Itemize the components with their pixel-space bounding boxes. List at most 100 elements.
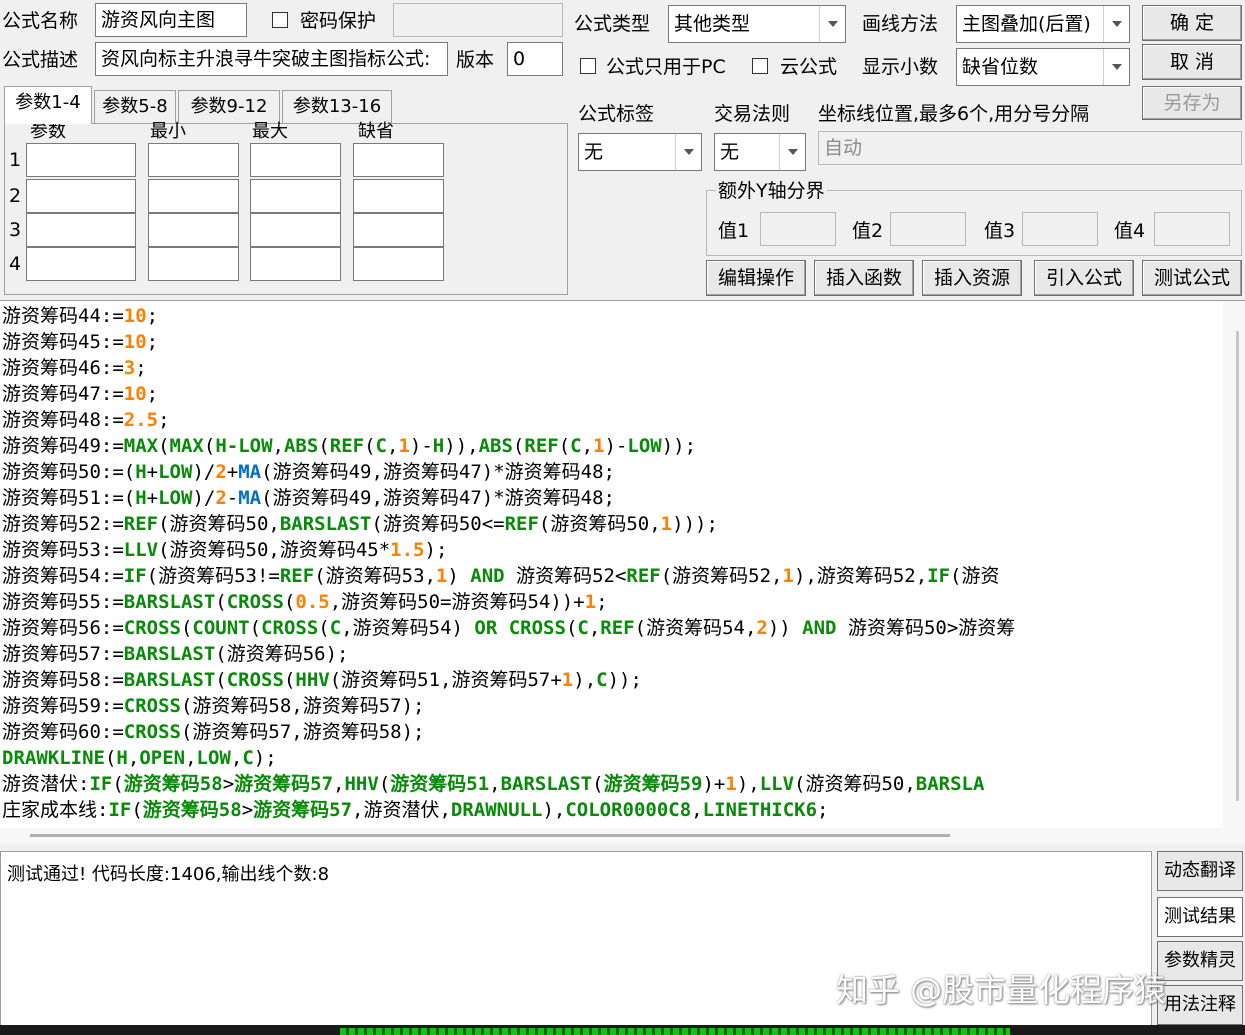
param-1-name-input[interactable] bbox=[26, 143, 136, 177]
insert-resource-button[interactable]: 插入资源 bbox=[922, 260, 1022, 296]
watermark-text: 知乎 @股市量化程序猿 bbox=[836, 971, 1167, 1009]
code-line[interactable]: 游资筹码49:=MAX(MAX(H-LOW,ABS(REF(C,1)-H)),A… bbox=[2, 433, 1015, 459]
vertical-scrollbar[interactable] bbox=[1223, 301, 1245, 829]
code-token: + bbox=[146, 487, 159, 509]
decimals-select[interactable]: 缺省位数 bbox=[956, 48, 1130, 86]
code-token: )); bbox=[607, 669, 642, 691]
param-4-max-input[interactable] bbox=[250, 247, 341, 281]
code-line[interactable]: 游资筹码45:=10; bbox=[2, 329, 1015, 355]
param-wizard-button[interactable]: 参数精灵 bbox=[1157, 941, 1243, 981]
value1-input[interactable] bbox=[760, 212, 836, 246]
chevron-down-icon bbox=[779, 134, 805, 170]
param-2-name-input[interactable] bbox=[26, 179, 136, 213]
param-1-min-input[interactable] bbox=[148, 143, 239, 177]
code-line[interactable]: 游资筹码54:=IF(游资筹码53!=REF(游资筹码53,1) AND 游资筹… bbox=[2, 563, 1015, 589]
param-4-name-input[interactable] bbox=[26, 247, 136, 281]
param-3-default-input[interactable] bbox=[353, 213, 444, 247]
value2-input[interactable] bbox=[890, 212, 966, 246]
password-checkbox[interactable] bbox=[272, 12, 288, 28]
code-line[interactable]: 游资筹码56:=CROSS(COUNT(CROSS(C,游资筹码54) OR C… bbox=[2, 615, 1015, 641]
test-formula-button[interactable]: 测试公式 bbox=[1142, 260, 1242, 296]
usage-notes-button[interactable]: 用法注释 bbox=[1157, 985, 1243, 1025]
test-result-button[interactable]: 测试结果 bbox=[1157, 897, 1243, 937]
code-token: LOW bbox=[158, 487, 193, 509]
code-token: ), bbox=[736, 773, 760, 795]
code-line[interactable]: DRAWKLINE(H,OPEN,LOW,C); bbox=[2, 745, 1015, 771]
param-3-min-input[interactable] bbox=[148, 213, 239, 247]
param-row-number: 3 bbox=[9, 219, 22, 241]
code-token: 游资筹码46:= bbox=[2, 357, 124, 379]
code-line[interactable]: 游资筹码58:=BARSLAST(CROSS(HHV(游资筹码51,游资筹码57… bbox=[2, 667, 1015, 693]
param-2-default-input[interactable] bbox=[353, 179, 444, 213]
params-header-max: 最大 bbox=[252, 121, 288, 142]
code-line[interactable]: 游资潜伏:IF(游资筹码58>游资筹码57,HHV(游资筹码51,BARSLAS… bbox=[2, 771, 1015, 797]
code-line[interactable]: 游资筹码50:=(H+LOW)/2+MA(游资筹码49,游资筹码47)*游资筹码… bbox=[2, 459, 1015, 485]
vertical-scroll-thumb[interactable] bbox=[1236, 331, 1239, 801]
tab-params-5-8[interactable]: 参数5-8 bbox=[94, 90, 176, 124]
param-3-max-input[interactable] bbox=[250, 213, 341, 247]
pc-only-checkbox[interactable] bbox=[580, 58, 596, 74]
code-line[interactable]: 游资筹码51:=(H+LOW)/2-MA(游资筹码49,游资筹码47)*游资筹码… bbox=[2, 485, 1015, 511]
param-1-max-input[interactable] bbox=[250, 143, 341, 177]
code-line[interactable]: 游资筹码46:=3; bbox=[2, 355, 1015, 381]
code-line[interactable]: 游资筹码52:=REF(游资筹码50,BARSLAST(游资筹码50<=REF(… bbox=[2, 511, 1015, 537]
formula-desc-input[interactable]: 资风向标主升浪寻牛突破主图指标公式: bbox=[95, 42, 448, 76]
code-line[interactable]: 游资筹码47:=10; bbox=[2, 381, 1015, 407]
param-1-default-input[interactable] bbox=[353, 143, 444, 177]
code-token: (游资筹码54, bbox=[634, 617, 757, 639]
code-token: 1 bbox=[593, 435, 605, 457]
code-token: )) bbox=[444, 435, 468, 457]
cloud-checkbox[interactable] bbox=[752, 58, 768, 74]
password-input[interactable] bbox=[393, 3, 563, 37]
code-line[interactable]: 庄家成本线:IF(游资筹码58>游资筹码57,游资潜伏,DRAWNULL),CO… bbox=[2, 797, 1015, 823]
edit-operations-button[interactable]: 编辑操作 bbox=[706, 260, 806, 296]
cancel-button[interactable]: 取 消 bbox=[1142, 44, 1242, 80]
tab-params-13-16[interactable]: 参数13-16 bbox=[282, 90, 392, 124]
code-line[interactable]: 游资筹码60:=CROSS(游资筹码57,游资筹码58); bbox=[2, 719, 1015, 745]
code-editor[interactable]: 游资筹码44:=10; 游资筹码45:=10; 游资筹码46:=3; 游资筹码47:=… bbox=[0, 300, 1245, 844]
params-header-default: 缺省 bbox=[358, 121, 394, 142]
code-line[interactable]: 游资筹码55:=BARSLAST(CROSS(0.5,游资筹码50=游资筹码54… bbox=[2, 589, 1015, 615]
code-line[interactable]: 游资筹码59:=CROSS(游资筹码58,游资筹码57); bbox=[2, 693, 1015, 719]
code-token: ( bbox=[512, 435, 525, 457]
formula-tag-select[interactable]: 无 bbox=[578, 133, 702, 171]
horizontal-scroll-thumb[interactable] bbox=[30, 834, 950, 837]
code-line[interactable]: 游资筹码48:=2.5; bbox=[2, 407, 1015, 433]
code-token: OPEN bbox=[139, 747, 186, 769]
tab-params-9-12[interactable]: 参数9-12 bbox=[178, 90, 280, 124]
insert-function-button[interactable]: 插入函数 bbox=[814, 260, 914, 296]
pc-only-label: 公式只用于PC bbox=[606, 56, 726, 78]
import-formula-button[interactable]: 引入公式 bbox=[1034, 260, 1134, 296]
param-2-min-input[interactable] bbox=[148, 179, 239, 213]
formula-type-select[interactable]: 其他类型 bbox=[668, 5, 846, 43]
axis-position-input[interactable]: 自动 bbox=[818, 131, 1242, 165]
param-4-min-input[interactable] bbox=[148, 247, 239, 281]
code-token: ( bbox=[215, 591, 227, 613]
code-token: - bbox=[226, 487, 239, 509]
value3-input[interactable] bbox=[1022, 212, 1098, 246]
dynamic-translate-button[interactable]: 动态翻译 bbox=[1157, 851, 1243, 891]
code-content[interactable]: 游资筹码44:=10; 游资筹码45:=10; 游资筹码46:=3; 游资筹码47:=… bbox=[2, 303, 1015, 823]
code-token: , bbox=[127, 747, 140, 769]
code-line[interactable]: 游资筹码57:=BARSLAST(游资筹码56); bbox=[2, 641, 1015, 667]
code-token: ( bbox=[558, 435, 571, 457]
save-as-button[interactable]: 另存为 bbox=[1142, 86, 1242, 120]
code-token: IF bbox=[927, 565, 951, 587]
tab-params-1-4[interactable]: 参数1-4 bbox=[4, 86, 92, 124]
param-2-max-input[interactable] bbox=[250, 179, 341, 213]
ok-button[interactable]: 确 定 bbox=[1142, 5, 1242, 41]
value4-input[interactable] bbox=[1154, 212, 1230, 246]
param-3-name-input[interactable] bbox=[26, 213, 136, 247]
code-token: ( bbox=[364, 435, 376, 457]
trade-rule-select[interactable]: 无 bbox=[714, 133, 806, 171]
horizontal-scrollbar[interactable] bbox=[0, 828, 1245, 844]
formula-name-input[interactable]: 游资风向主图 bbox=[95, 3, 247, 37]
draw-method-select[interactable]: 主图叠加(后置) bbox=[956, 5, 1130, 43]
code-token: 游资筹码45:= bbox=[2, 331, 124, 353]
code-line[interactable]: 游资筹码44:=10; bbox=[2, 303, 1015, 329]
param-4-default-input[interactable] bbox=[353, 247, 444, 281]
code-token: 游资筹码57:= bbox=[2, 643, 124, 665]
version-input[interactable]: 0 bbox=[507, 42, 563, 76]
code-line[interactable]: 游资筹码53:=LLV(游资筹码50,游资筹码45*1.5); bbox=[2, 537, 1015, 563]
code-token: (游资筹码50, bbox=[158, 513, 280, 535]
